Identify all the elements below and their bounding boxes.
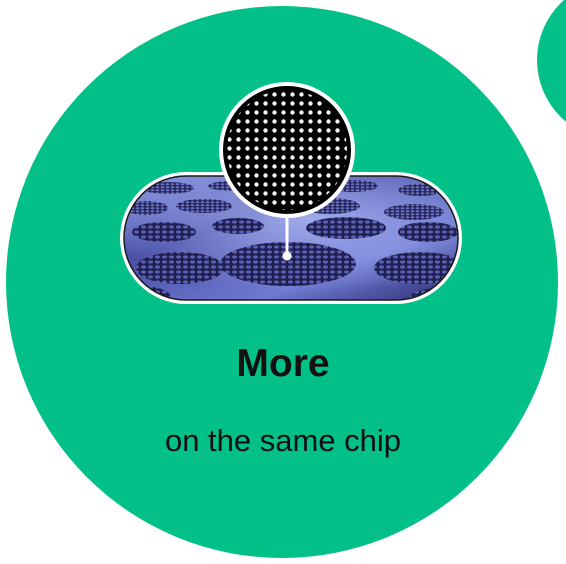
subline: on the same chip: [164, 423, 402, 458]
chip-illustration: [120, 82, 462, 304]
headline: More: [236, 342, 330, 385]
magnified-pillar-array-icon: [219, 82, 355, 218]
canvas: More on the same chip: [0, 0, 566, 564]
